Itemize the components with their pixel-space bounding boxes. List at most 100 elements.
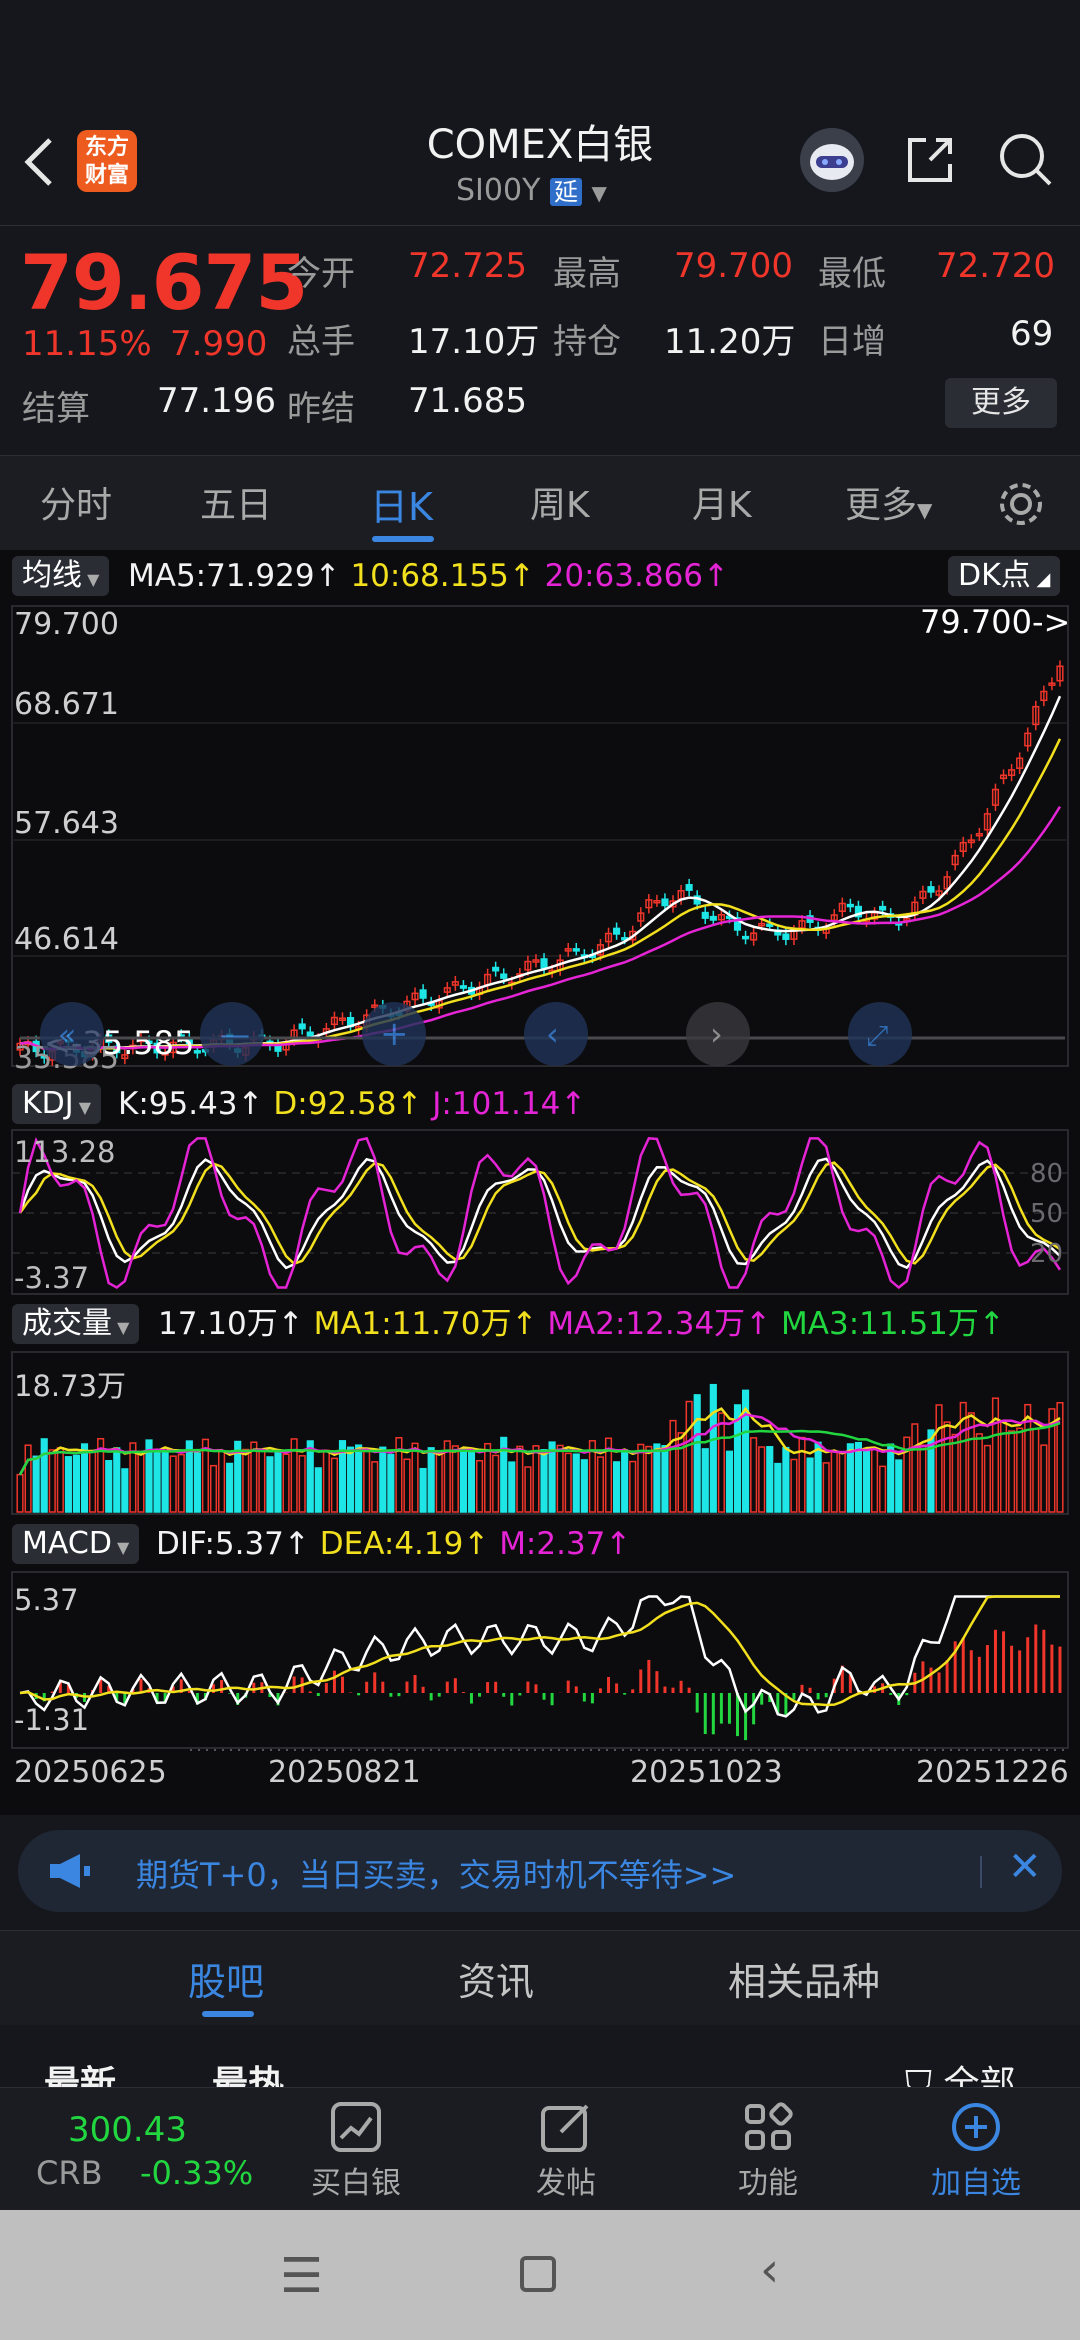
- tab-weekly-k[interactable]: 周K: [530, 476, 590, 528]
- filter-latest[interactable]: 最新⌄: [44, 2055, 131, 2087]
- volume-bar: [258, 1449, 266, 1513]
- volume-bar: [774, 1462, 782, 1513]
- volume-bar: [242, 1448, 250, 1513]
- buy-silver-button[interactable]: 买白银: [298, 2100, 414, 2205]
- volume-bar: [846, 1443, 854, 1513]
- volume-bar: [322, 1449, 330, 1513]
- volume-bar: [467, 1451, 476, 1513]
- back-nav-icon[interactable]: ‹: [760, 2242, 779, 2298]
- volume-bar: [16, 1473, 24, 1513]
- low-label: 最低: [818, 254, 886, 294]
- volume-bar: [72, 1454, 81, 1513]
- volume-bar: [596, 1456, 605, 1513]
- volume-bar: [983, 1444, 991, 1513]
- filter-all-label: 全部: [943, 2064, 1016, 2087]
- tab-more[interactable]: 更多▼: [845, 476, 932, 528]
- tab-related[interactable]: 相关品种: [728, 1951, 880, 2006]
- settle-value: 77.196: [157, 381, 276, 421]
- volume-bar: [89, 1450, 97, 1513]
- volume-bar: [991, 1397, 1000, 1513]
- more-button[interactable]: 更多: [945, 378, 1057, 428]
- candle-body: [459, 985, 467, 989]
- volume-bar: [709, 1383, 717, 1513]
- high-label: 最高: [553, 254, 621, 294]
- prev-settle-value: 71.685: [408, 381, 527, 421]
- volume-bar: [919, 1444, 927, 1513]
- candle-body: [701, 911, 709, 919]
- last-price: 79.675: [20, 238, 308, 327]
- y-tick: -3.37: [14, 1261, 89, 1295]
- candle-body: [419, 989, 427, 999]
- candles-group: [16, 660, 1064, 1066]
- volume-bar: [524, 1466, 532, 1513]
- settings-gear-icon[interactable]: [995, 478, 1047, 530]
- oi-value: 11.20万: [664, 322, 796, 362]
- macd-canvas: 5.37 -1.31 20250625 20250821 20251023 20…: [11, 1571, 1069, 1790]
- volume-bar: [685, 1400, 693, 1513]
- candle-body: [927, 886, 935, 893]
- period-tabs: 分时 五日 日K 周K 月K 更多▼: [0, 455, 1080, 552]
- volume-bar: [169, 1455, 177, 1513]
- tab-intraday[interactable]: 分时: [40, 476, 112, 528]
- volume-bar: [48, 1449, 56, 1513]
- megaphone-icon: [46, 1850, 92, 1892]
- tab-five-day[interactable]: 五日: [200, 476, 272, 528]
- share-icon[interactable]: [902, 132, 958, 188]
- tab-forum[interactable]: 股吧: [188, 1951, 264, 2006]
- tab-daily-k[interactable]: 日K: [370, 476, 433, 531]
- volume-bar: [895, 1459, 903, 1513]
- high-value: 79.700: [674, 246, 793, 286]
- search-icon[interactable]: [996, 130, 1056, 190]
- volume-bars-group: [16, 1383, 1064, 1513]
- post-button[interactable]: 发帖: [508, 2100, 624, 2205]
- grid-icon: [745, 2102, 793, 2150]
- volume-bar: [887, 1443, 895, 1513]
- y-tick: 18.73万: [14, 1369, 126, 1403]
- volume-bar: [782, 1446, 790, 1513]
- volume-bar: [854, 1441, 863, 1513]
- ref-tick: 20: [1030, 1239, 1063, 1269]
- volume-bar: [435, 1453, 443, 1513]
- candle-body: [500, 973, 508, 979]
- volume-bar: [32, 1455, 40, 1513]
- candle-body: [709, 915, 717, 921]
- macd-frame: [11, 1571, 1069, 1749]
- change-amount: 7.990: [170, 324, 268, 364]
- ma-lines-group: [19, 695, 1062, 1051]
- close-icon[interactable]: ✕: [1008, 1844, 1042, 1890]
- add-watchlist-button[interactable]: 加自选: [916, 2100, 1036, 2205]
- filter-latest-label: 最新: [44, 2064, 117, 2087]
- candle-body: [492, 966, 500, 972]
- home-icon[interactable]: [520, 2256, 556, 2292]
- volume-bar: [661, 1445, 669, 1513]
- filter-all[interactable]: ⛉ 全部: [905, 2055, 1015, 2087]
- volume-bar: [975, 1433, 983, 1513]
- robot-assistant-icon[interactable]: [800, 128, 864, 192]
- volume-bar: [693, 1394, 701, 1513]
- volume-bar: [1008, 1430, 1016, 1513]
- candle-body: [741, 935, 750, 940]
- tab-active-indicator: [372, 536, 434, 542]
- volume-bar: [629, 1460, 637, 1513]
- tab-monthly-k[interactable]: 月K: [692, 476, 752, 528]
- volume-bar: [1016, 1427, 1024, 1513]
- volume-bar: [1040, 1444, 1048, 1513]
- chevron-down-icon: ⌄: [116, 2080, 131, 2087]
- promo-banner[interactable]: 期货T+0，当日买卖，交易时机不等待>> ✕: [18, 1830, 1062, 1912]
- x-tick: 20251226: [916, 1755, 1069, 1790]
- volume-bar: [637, 1443, 645, 1513]
- chevron-down-icon: ▼: [917, 498, 933, 522]
- volume-bar: [669, 1419, 677, 1513]
- chevron-down-icon: ▼: [591, 181, 607, 205]
- symbol-selector[interactable]: SI00Y 延 ▼: [456, 172, 636, 216]
- macd-panel: MACD ▼ DIF:5.37↑ DEA:4.19↑ M:2.37↑ 5.37 …: [0, 1518, 1080, 1810]
- menu-icon[interactable]: ☰: [280, 2248, 323, 2304]
- low-value: 72.720: [936, 246, 1055, 286]
- tab-news[interactable]: 资讯: [458, 1951, 534, 2006]
- crb-index[interactable]: 300.43 CRB -0.33%: [0, 2088, 270, 2211]
- volume-bar: [1032, 1427, 1040, 1513]
- filter-hottest[interactable]: 最热: [212, 2055, 284, 2087]
- functions-button[interactable]: 功能: [710, 2100, 826, 2205]
- settle-label: 结算: [22, 389, 90, 429]
- kdj-lines-group: [18, 1136, 1062, 1290]
